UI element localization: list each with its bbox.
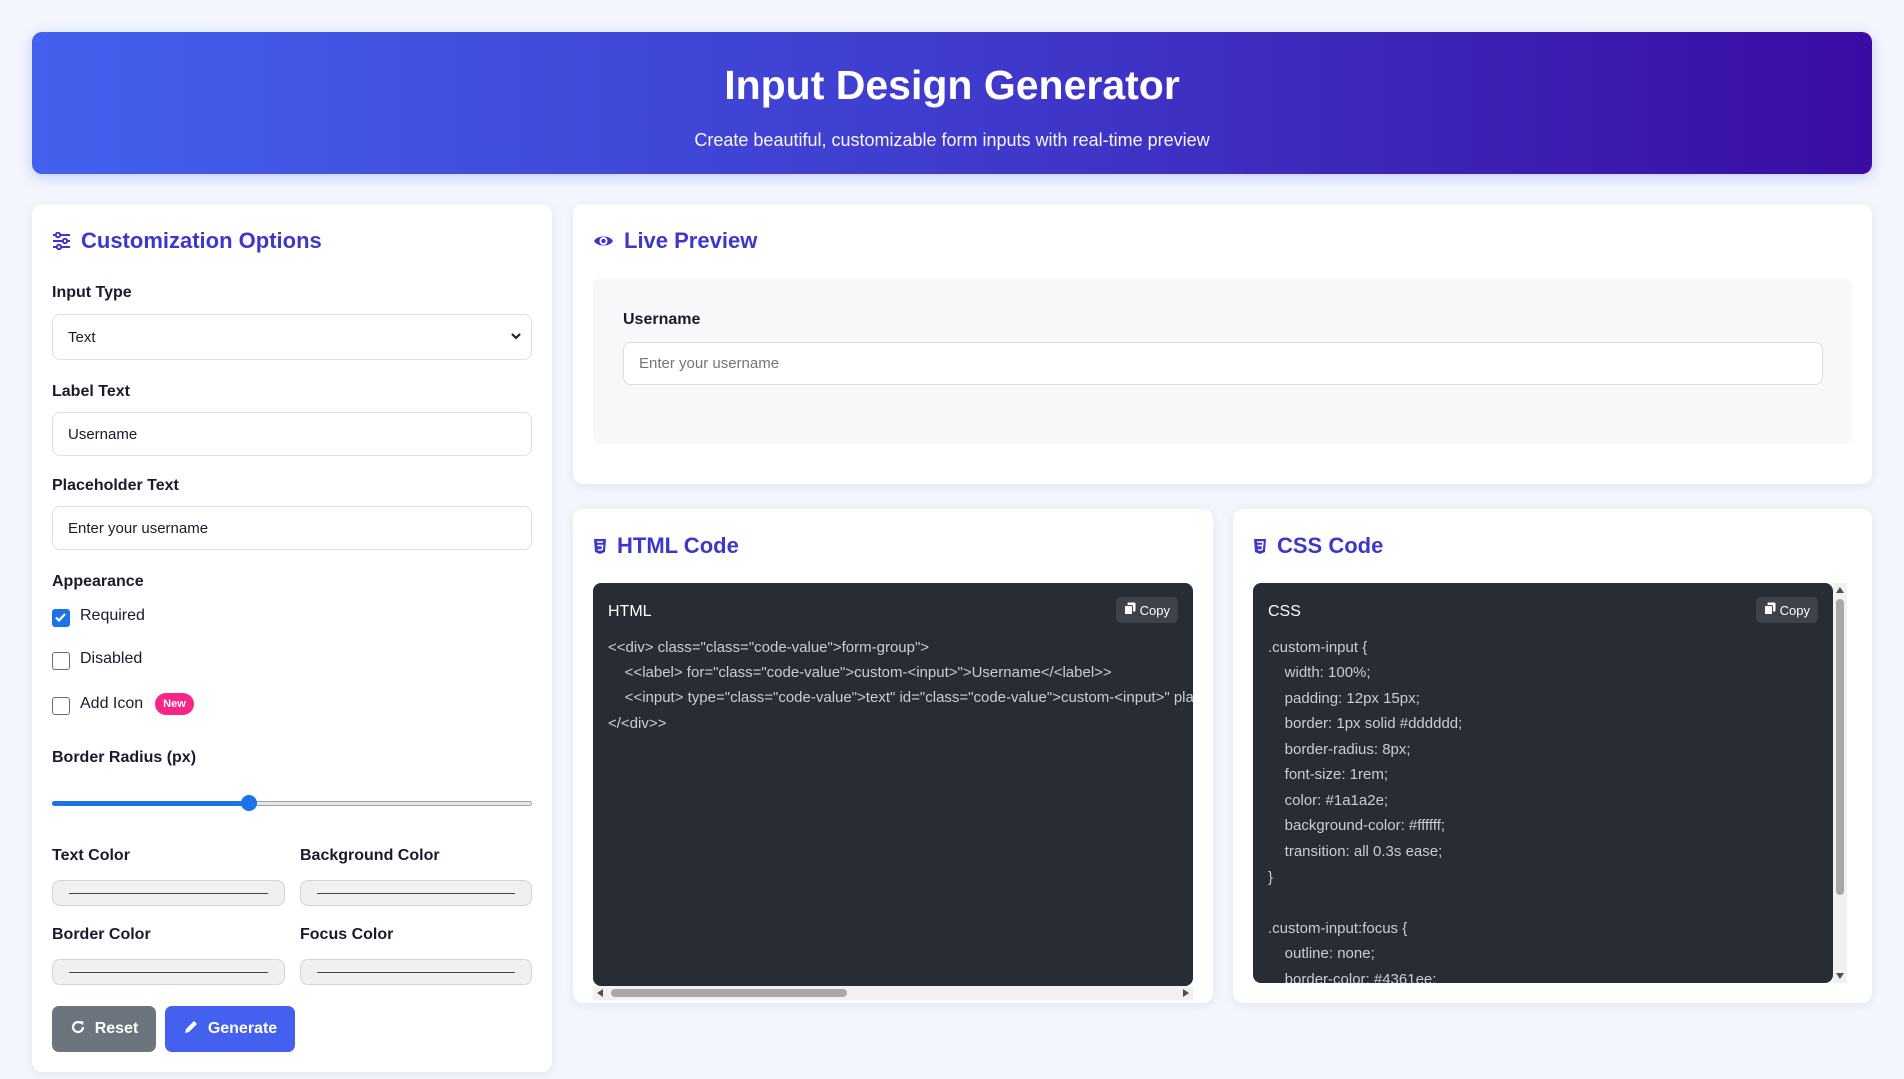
css-code-title-text: CSS Code bbox=[1277, 533, 1384, 558]
css-code-line: } bbox=[1268, 869, 1274, 886]
scroll-right-arrow-icon[interactable] bbox=[1183, 989, 1189, 997]
page-header: Input Design Generator Create beautiful,… bbox=[32, 32, 1872, 174]
preview-area: Username Enter your username bbox=[593, 278, 1852, 444]
scroll-left-arrow-icon[interactable] bbox=[597, 989, 603, 997]
chevron-down-icon bbox=[509, 329, 523, 347]
html-code-title: HTML Code bbox=[593, 533, 739, 559]
live-preview-title: Live Preview bbox=[593, 228, 757, 254]
text-color-picker[interactable] bbox=[52, 880, 285, 906]
generate-button[interactable]: Generate bbox=[165, 1006, 295, 1052]
css-code-line: transition: all 0.3s ease; bbox=[1268, 843, 1443, 860]
required-checkbox[interactable] bbox=[52, 609, 70, 627]
html-code-box: HTML Copy <<div> class="class="code-valu… bbox=[593, 583, 1193, 986]
html-code-box-label: HTML bbox=[608, 603, 652, 620]
redo-icon bbox=[70, 1019, 86, 1040]
generate-label: Generate bbox=[207, 1020, 278, 1037]
preview-input-placeholder: Enter your username bbox=[639, 355, 780, 372]
border-color-label: Border Color bbox=[52, 926, 151, 943]
css-code-line: outline: none; bbox=[1268, 945, 1375, 962]
input-type-value: Text bbox=[68, 328, 96, 346]
add-icon-checkbox[interactable] bbox=[52, 697, 70, 715]
css-code-line: width: 100%; bbox=[1268, 664, 1371, 681]
required-label: Required bbox=[80, 607, 145, 624]
css-copy-label: Copy bbox=[1779, 602, 1810, 618]
disabled-checkbox[interactable] bbox=[52, 652, 70, 670]
live-preview-panel: Live Preview Username Enter your usernam… bbox=[573, 204, 1872, 484]
css-scrollbar-thumb[interactable] bbox=[1836, 599, 1844, 895]
focus-color-label: Focus Color bbox=[300, 926, 394, 943]
css-copy-button[interactable]: Copy bbox=[1755, 597, 1818, 623]
disabled-label: Disabled bbox=[80, 650, 143, 667]
html-code-line: <<input> type="class="code-value">text" … bbox=[624, 689, 1193, 706]
html-horizontal-scrollbar[interactable] bbox=[593, 986, 1193, 1000]
appearance-label: Appearance bbox=[52, 573, 144, 590]
html-code-panel: HTML Code HTML Copy <<div> class="class=… bbox=[573, 509, 1213, 1003]
html-copy-button[interactable]: Copy bbox=[1115, 597, 1178, 623]
required-checkbox-row[interactable]: Required bbox=[52, 607, 145, 627]
border-radius-slider[interactable] bbox=[52, 794, 532, 812]
border-color-picker[interactable] bbox=[52, 959, 285, 985]
customization-title: Customization Options bbox=[52, 228, 322, 254]
slider-thumb[interactable] bbox=[240, 795, 257, 811]
input-type-label: Input Type bbox=[52, 284, 132, 301]
customization-panel: Customization Options Input Type Text La… bbox=[32, 204, 552, 1072]
html5-icon bbox=[593, 538, 607, 555]
css3-icon bbox=[1253, 538, 1267, 555]
placeholder-text-label: Placeholder Text bbox=[52, 477, 179, 494]
reset-button[interactable]: Reset bbox=[52, 1006, 156, 1052]
placeholder-text-value: Enter your username bbox=[68, 519, 209, 537]
page-title: Input Design Generator bbox=[724, 62, 1180, 108]
new-badge: New bbox=[155, 693, 194, 715]
focus-color-picker[interactable] bbox=[300, 959, 532, 985]
input-type-select[interactable]: Text bbox=[52, 314, 532, 360]
copy-icon bbox=[1123, 602, 1136, 618]
html-code-line: </<div>> bbox=[608, 715, 667, 732]
css-code-line: border-color: #4361ee; bbox=[1268, 971, 1437, 983]
css-code-line: padding: 12px 15px; bbox=[1268, 690, 1420, 707]
html-code-title-text: HTML Code bbox=[617, 533, 739, 558]
copy-icon bbox=[1763, 602, 1776, 618]
css-code-line: color: #1a1a2e; bbox=[1268, 792, 1389, 809]
add-icon-checkbox-row[interactable]: Add Icon New bbox=[52, 693, 194, 715]
preview-input[interactable]: Enter your username bbox=[623, 342, 1823, 385]
html-code-line: <<label> for="class="code-value">custom-… bbox=[608, 664, 1112, 681]
placeholder-text-input[interactable]: Enter your username bbox=[52, 506, 532, 550]
sliders-icon bbox=[52, 232, 71, 250]
background-color-picker[interactable] bbox=[300, 880, 532, 906]
css-code-line: border: 1px solid #dddddd; bbox=[1268, 715, 1463, 732]
scroll-up-arrow-icon[interactable] bbox=[1836, 587, 1844, 593]
html-copy-label: Copy bbox=[1139, 602, 1170, 618]
slider-fill bbox=[52, 801, 249, 806]
background-color-label: Background Color bbox=[300, 847, 440, 864]
page-subtitle: Create beautiful, customizable form inpu… bbox=[694, 130, 1210, 150]
pencil-icon bbox=[183, 1019, 199, 1040]
html-code-line: <<div> class="class="code-value">form-gr… bbox=[608, 639, 930, 656]
css-vertical-scrollbar[interactable] bbox=[1833, 583, 1847, 983]
scroll-down-arrow-icon[interactable] bbox=[1836, 973, 1844, 979]
border-radius-label: Border Radius (px) bbox=[52, 749, 197, 766]
add-icon-label: Add Icon bbox=[80, 695, 144, 712]
css-code-line: background-color: #ffffff; bbox=[1268, 817, 1446, 834]
preview-input-label: Username bbox=[623, 311, 701, 328]
css-code-line: border-radius: 8px; bbox=[1268, 741, 1411, 758]
css-code-line: .custom-input:focus { bbox=[1268, 920, 1408, 937]
label-text-label: Label Text bbox=[52, 383, 130, 400]
css-code-box-label: CSS bbox=[1268, 603, 1301, 620]
eye-icon bbox=[593, 233, 614, 249]
css-code-panel: CSS Code CSS Copy .custom-input { width:… bbox=[1233, 509, 1872, 1003]
label-text-value: Username bbox=[68, 425, 138, 443]
html-scrollbar-thumb[interactable] bbox=[611, 989, 847, 997]
customization-title-text: Customization Options bbox=[81, 228, 322, 253]
css-code-box: CSS Copy .custom-input { width: 100%; pa… bbox=[1253, 583, 1833, 983]
text-color-label: Text Color bbox=[52, 847, 130, 864]
live-preview-title-text: Live Preview bbox=[624, 228, 758, 253]
disabled-checkbox-row[interactable]: Disabled bbox=[52, 650, 143, 670]
reset-label: Reset bbox=[94, 1020, 139, 1037]
css-code-title: CSS Code bbox=[1253, 533, 1383, 559]
css-code-line: .custom-input { bbox=[1268, 639, 1368, 656]
css-code-line: font-size: 1rem; bbox=[1268, 766, 1389, 783]
label-text-input[interactable]: Username bbox=[52, 412, 532, 456]
